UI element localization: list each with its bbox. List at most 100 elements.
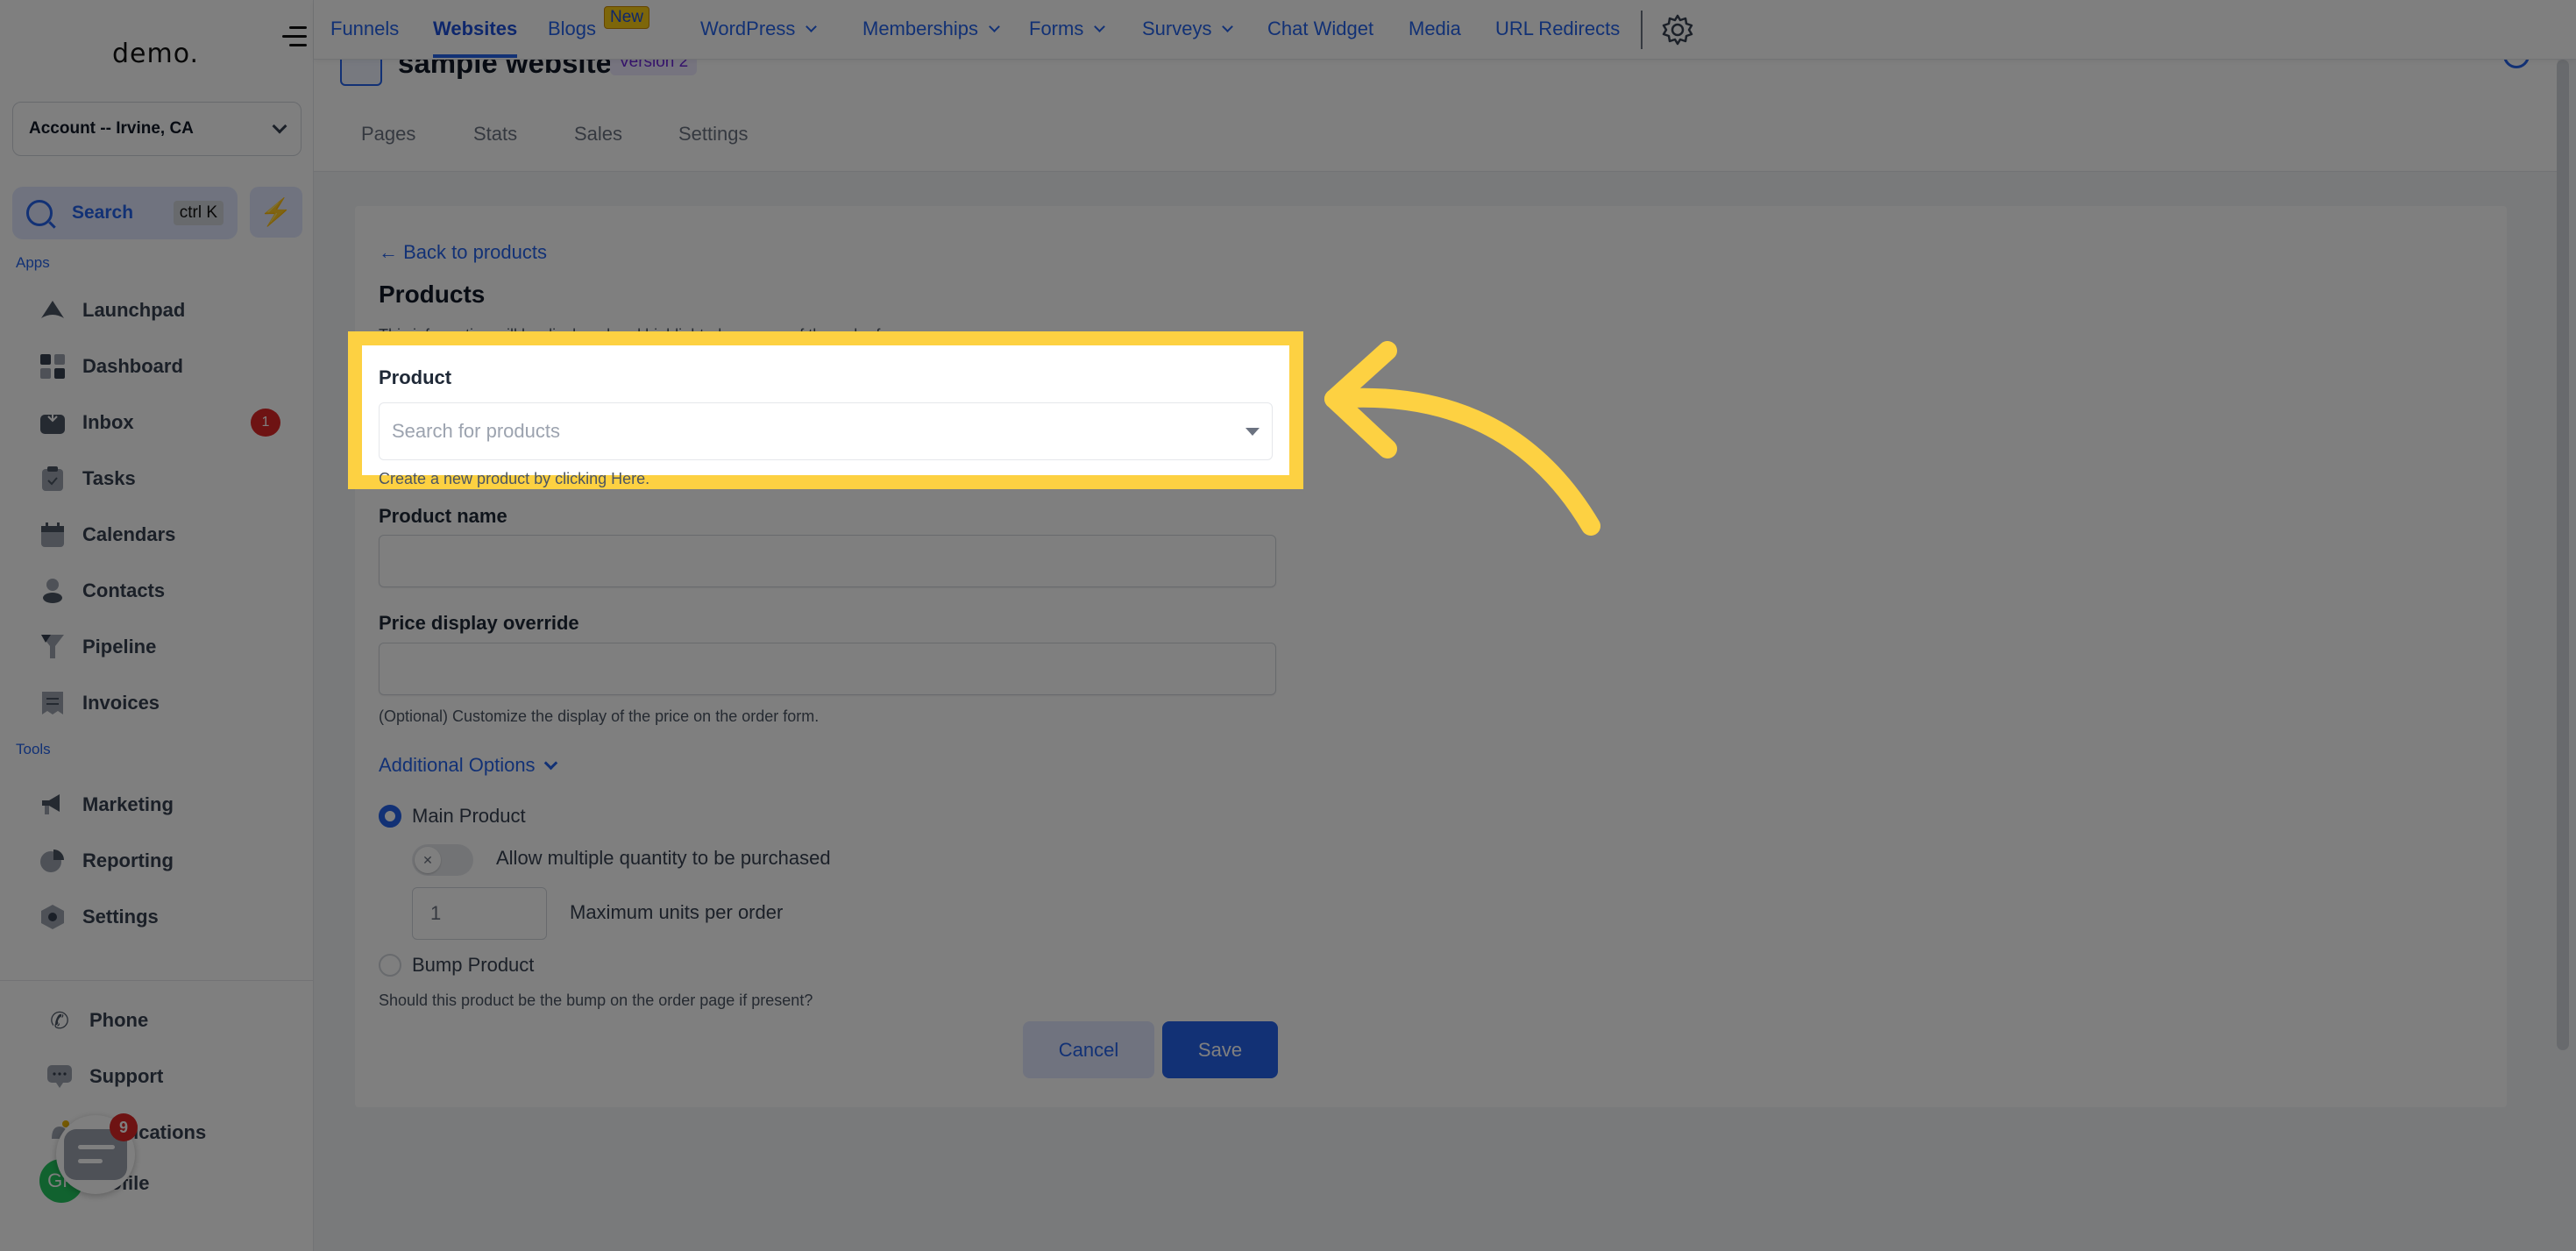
nav-label: WordPress bbox=[700, 18, 796, 39]
tab-sales[interactable]: Sales bbox=[574, 123, 622, 146]
max-units-label: Maximum units per order bbox=[570, 901, 784, 923]
chevron-down-icon bbox=[543, 756, 557, 771]
account-switcher[interactable]: Account -- Irvine, CA bbox=[12, 102, 302, 156]
additional-options-label: Additional Options bbox=[379, 754, 536, 776]
sidebar-item-contacts[interactable]: Contacts bbox=[39, 572, 293, 610]
active-tab-indicator bbox=[433, 54, 518, 58]
account-name: Account -- Irvine, CA bbox=[29, 119, 194, 138]
product-name-input[interactable] bbox=[379, 535, 1276, 587]
save-button[interactable]: Save bbox=[1162, 1021, 1278, 1078]
chevron-down-icon bbox=[1222, 21, 1234, 32]
new-badge: New bbox=[604, 6, 650, 29]
nav-memberships[interactable]: Memberships bbox=[862, 18, 1000, 40]
scrollbar[interactable] bbox=[2557, 60, 2569, 1050]
annotation-arrow-icon bbox=[1324, 341, 1600, 536]
sidebar-item-label: Launchpad bbox=[82, 299, 186, 321]
sidebar-item-label: Pipeline bbox=[82, 636, 157, 657]
nav-media[interactable]: Media bbox=[1409, 18, 1461, 40]
sidebar-item-label: Phone bbox=[89, 1009, 149, 1031]
invoice-icon bbox=[39, 689, 67, 717]
chevron-down-icon bbox=[989, 21, 1000, 32]
megaphone-icon bbox=[39, 791, 67, 819]
sidebar-item-settings[interactable]: Settings bbox=[39, 898, 293, 936]
product-search-select[interactable]: Search for products bbox=[379, 402, 1273, 460]
sidebar-item-support[interactable]: Support bbox=[46, 1057, 300, 1096]
chevron-down-icon bbox=[805, 21, 818, 32]
nav-label: URL Redirects bbox=[1495, 18, 1621, 39]
bump-product-radio[interactable] bbox=[379, 954, 401, 977]
tools-section-label: Tools bbox=[16, 741, 51, 757]
nav-label: Media bbox=[1409, 18, 1461, 39]
nav-blogs[interactable]: Blogs bbox=[548, 18, 596, 40]
contact-icon bbox=[39, 577, 67, 605]
allow-multiple-toggle[interactable]: ✕ bbox=[412, 844, 473, 876]
bump-product-help: Should this product be the bump on the o… bbox=[379, 992, 813, 1009]
sidebar-item-label: Tasks bbox=[82, 467, 136, 489]
quick-actions-button[interactable]: ⚡ bbox=[250, 187, 302, 238]
nav-label: Forms bbox=[1029, 18, 1084, 39]
price-override-input[interactable] bbox=[379, 643, 1276, 695]
search-button[interactable]: Search ctrl K bbox=[12, 187, 238, 239]
page-header: sample website Version 2 Pages Stats Sal… bbox=[314, 42, 2558, 172]
gear-icon[interactable] bbox=[1660, 12, 1695, 47]
close-icon: ✕ bbox=[415, 847, 441, 873]
additional-options-toggle[interactable]: Additional Options bbox=[379, 754, 557, 777]
nav-forms[interactable]: Forms bbox=[1029, 18, 1106, 40]
tab-stats[interactable]: Stats bbox=[473, 123, 517, 146]
price-override-label: Price display override bbox=[379, 612, 579, 634]
product-label: Product bbox=[379, 366, 452, 388]
chevron-down-icon bbox=[272, 118, 287, 134]
chat-badge: 9 bbox=[110, 1113, 138, 1141]
sidebar-item-pipeline[interactable]: Pipeline bbox=[39, 628, 293, 666]
cancel-button[interactable]: Cancel bbox=[1023, 1021, 1154, 1078]
nav-websites[interactable]: Websites bbox=[433, 18, 518, 58]
sidebar: demo. Account -- Irvine, CA Search ctrl … bbox=[0, 0, 314, 1251]
max-units-input[interactable]: 1 bbox=[412, 887, 547, 940]
main-product-label: Main Product bbox=[412, 805, 526, 827]
nav-label: Chat Widget bbox=[1267, 18, 1374, 39]
nav-divider bbox=[1641, 11, 1643, 49]
create-product-help[interactable]: Create a new product by clicking Here. bbox=[379, 470, 649, 488]
menu-toggle-icon[interactable] bbox=[282, 26, 307, 47]
sidebar-item-dashboard[interactable]: Dashboard bbox=[39, 347, 293, 386]
back-link-label: Back to products bbox=[403, 241, 547, 263]
phone-icon: ✆ bbox=[50, 1006, 69, 1034]
sidebar-item-tasks[interactable]: Tasks bbox=[39, 459, 293, 498]
sidebar-item-label: Dashboard bbox=[82, 355, 183, 377]
sidebar-item-label: Reporting bbox=[82, 849, 174, 871]
nav-surveys[interactable]: Surveys bbox=[1142, 18, 1234, 40]
calendar-icon bbox=[39, 521, 67, 549]
sidebar-item-invoices[interactable]: Invoices bbox=[39, 684, 293, 722]
nav-funnels[interactable]: Funnels bbox=[330, 18, 399, 40]
tab-settings[interactable]: Settings bbox=[678, 123, 749, 146]
caret-down-icon bbox=[1245, 427, 1260, 436]
nav-label: Funnels bbox=[330, 18, 400, 39]
back-to-products-link[interactable]: ← Back to products bbox=[379, 241, 547, 264]
top-navigation: Funnels Websites Blogs New WordPress Mem… bbox=[314, 0, 2576, 60]
nav-label: Surveys bbox=[1142, 18, 1212, 39]
tab-pages[interactable]: Pages bbox=[361, 123, 415, 146]
support-icon bbox=[46, 1063, 74, 1091]
nav-wordpress[interactable]: WordPress bbox=[700, 18, 818, 40]
sidebar-item-calendars[interactable]: Calendars bbox=[39, 515, 293, 554]
search-label: Search bbox=[72, 203, 134, 223]
apps-section-label: Apps bbox=[16, 254, 50, 271]
sidebar-item-inbox[interactable]: Inbox 1 bbox=[39, 403, 293, 442]
clipboard-icon bbox=[39, 465, 67, 493]
rocket-icon bbox=[39, 296, 67, 324]
sidebar-item-marketing[interactable]: Marketing bbox=[39, 785, 293, 824]
sidebar-item-phone[interactable]: ✆ Phone bbox=[46, 1001, 300, 1040]
nav-url-redirects[interactable]: URL Redirects bbox=[1495, 18, 1620, 40]
price-override-help: (Optional) Customize the display of the … bbox=[379, 707, 820, 725]
nav-label: Websites bbox=[433, 18, 518, 39]
settings-icon bbox=[39, 903, 67, 931]
sidebar-item-reporting[interactable]: Reporting bbox=[39, 842, 293, 880]
main-product-radio[interactable] bbox=[379, 805, 401, 828]
sidebar-item-launchpad[interactable]: Launchpad bbox=[39, 291, 293, 330]
sidebar-item-label: Contacts bbox=[82, 579, 166, 601]
nav-label: Blogs bbox=[548, 18, 597, 39]
search-icon bbox=[26, 200, 53, 226]
chevron-down-icon bbox=[1094, 21, 1106, 32]
sidebar-item-label: Calendars bbox=[82, 523, 176, 545]
nav-chat-widget[interactable]: Chat Widget bbox=[1267, 18, 1373, 40]
